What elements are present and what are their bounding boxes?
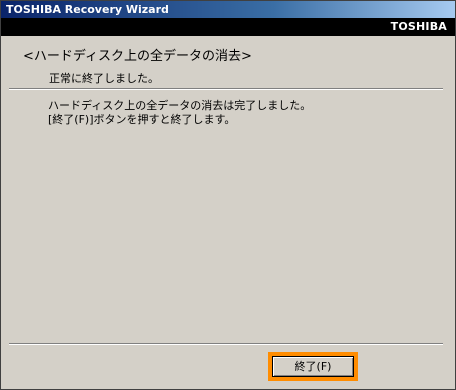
- top-divider: [9, 88, 443, 90]
- bottom-divider: [9, 343, 443, 345]
- window-title: TOSHIBA Recovery Wizard: [6, 3, 169, 16]
- body-text: ハードディスク上の全データの消去は完了しました。 [終了(F)]ボタンを押すと終…: [48, 99, 311, 127]
- finish-button[interactable]: 終了(F): [272, 356, 354, 377]
- body-line-completed: ハードディスク上の全データの消去は完了しました。: [48, 99, 312, 112]
- page-heading: <ハードディスク上の全データの消去>: [23, 49, 252, 64]
- title-bar[interactable]: TOSHIBA Recovery Wizard: [1, 1, 455, 18]
- status-message: 正常に終了しました。: [49, 72, 159, 85]
- brand-bar: TOSHIBA: [1, 18, 455, 36]
- toshiba-logo: TOSHIBA: [390, 20, 447, 33]
- body-line-instruction: [終了(F)]ボタンを押すと終了します。: [48, 113, 236, 126]
- wizard-window: TOSHIBA Recovery Wizard TOSHIBA <ハードディスク…: [0, 0, 456, 390]
